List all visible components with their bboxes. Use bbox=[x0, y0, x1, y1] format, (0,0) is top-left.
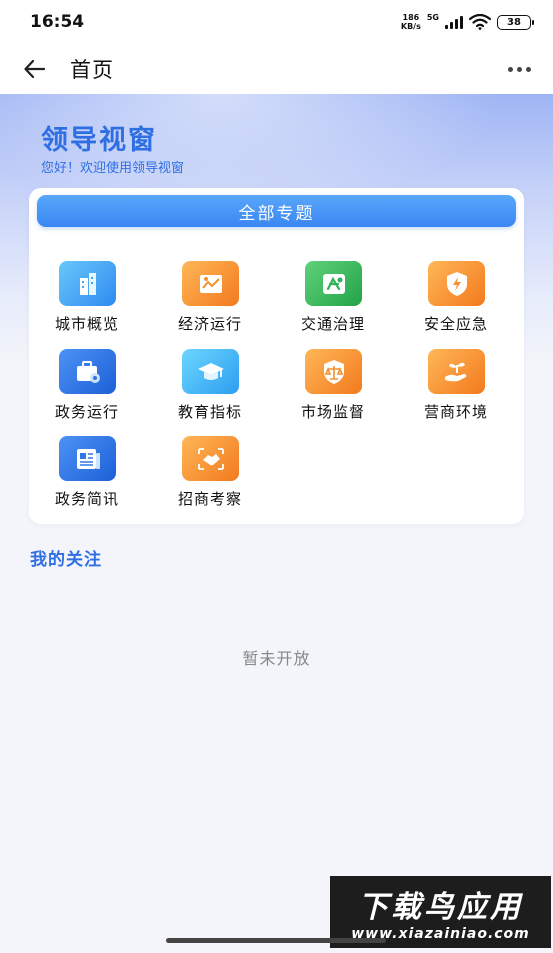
network-speed-value: 186 bbox=[402, 13, 420, 22]
battery-icon: 38 bbox=[497, 14, 534, 30]
topic-business-environment[interactable]: 营商环境 bbox=[406, 349, 506, 425]
handshake-icon bbox=[182, 436, 239, 481]
back-arrow-icon[interactable] bbox=[22, 56, 48, 82]
topic-label: 营商环境 bbox=[423, 403, 488, 421]
status-time: 16:54 bbox=[30, 12, 85, 32]
hero-title: 领导视窗 bbox=[41, 125, 157, 156]
topic-label: 交通治理 bbox=[300, 315, 365, 333]
network-type: 5G bbox=[426, 12, 439, 22]
topics-card: 全部专题 城市概览 经济运行 交通治理 安全应急 政务运行 教育指标 市场监督 … bbox=[29, 188, 524, 524]
hero-subtitle: 您好！欢迎使用领导视窗 bbox=[41, 161, 185, 176]
wifi-icon bbox=[469, 14, 491, 30]
topic-label: 市场监督 bbox=[300, 403, 365, 421]
topic-government-news[interactable]: 政务简讯 bbox=[37, 436, 137, 512]
topic-safety[interactable]: 安全应急 bbox=[406, 261, 506, 337]
hand-plant-icon bbox=[428, 349, 485, 394]
home-indicator[interactable] bbox=[166, 938, 386, 943]
more-options-icon[interactable] bbox=[508, 66, 531, 72]
topic-label: 政务运行 bbox=[54, 403, 119, 421]
topic-education[interactable]: 教育指标 bbox=[160, 349, 260, 425]
topic-label: 招商考察 bbox=[177, 490, 242, 508]
graduation-cap-icon bbox=[182, 349, 239, 394]
city-building-icon bbox=[59, 261, 116, 306]
topic-economy[interactable]: 经济运行 bbox=[160, 261, 260, 337]
status-bar: 16:54 186 KB/s 5G 38 bbox=[0, 0, 553, 44]
signal-icon bbox=[445, 15, 463, 29]
newspaper-icon bbox=[59, 436, 116, 481]
network-speed: 186 KB/s bbox=[401, 13, 421, 31]
topic-government-ops[interactable]: 政务运行 bbox=[37, 349, 137, 425]
empty-state-text: 暂未开放 bbox=[242, 649, 311, 668]
topic-investment-inspection[interactable]: 招商考察 bbox=[160, 436, 260, 512]
topic-label: 政务简讯 bbox=[54, 490, 119, 508]
topic-label: 经济运行 bbox=[177, 315, 242, 333]
topic-market-supervision[interactable]: 市场监督 bbox=[283, 349, 383, 425]
economy-chart-icon bbox=[182, 261, 239, 306]
network-speed-unit: KB/s bbox=[400, 22, 421, 31]
all-topics-button[interactable]: 全部专题 bbox=[37, 195, 516, 227]
traffic-route-icon bbox=[305, 261, 362, 306]
shield-lightning-icon bbox=[428, 261, 485, 306]
my-follow-title: 我的关注 bbox=[30, 550, 102, 570]
status-indicators: 186 KB/s 5G 38 bbox=[401, 12, 534, 31]
battery-level: 38 bbox=[507, 16, 521, 28]
topic-traffic[interactable]: 交通治理 bbox=[283, 261, 383, 337]
page-title: 首页 bbox=[70, 58, 114, 82]
topic-label: 安全应急 bbox=[423, 315, 488, 333]
topic-label: 城市概览 bbox=[54, 315, 119, 333]
topic-city-overview[interactable]: 城市概览 bbox=[37, 261, 137, 337]
briefcase-gear-icon bbox=[59, 349, 116, 394]
scale-shield-icon bbox=[305, 349, 362, 394]
nav-bar: 首页 bbox=[0, 44, 553, 94]
topic-label: 教育指标 bbox=[177, 403, 242, 421]
watermark-title: 下载鸟应用 bbox=[358, 890, 523, 925]
